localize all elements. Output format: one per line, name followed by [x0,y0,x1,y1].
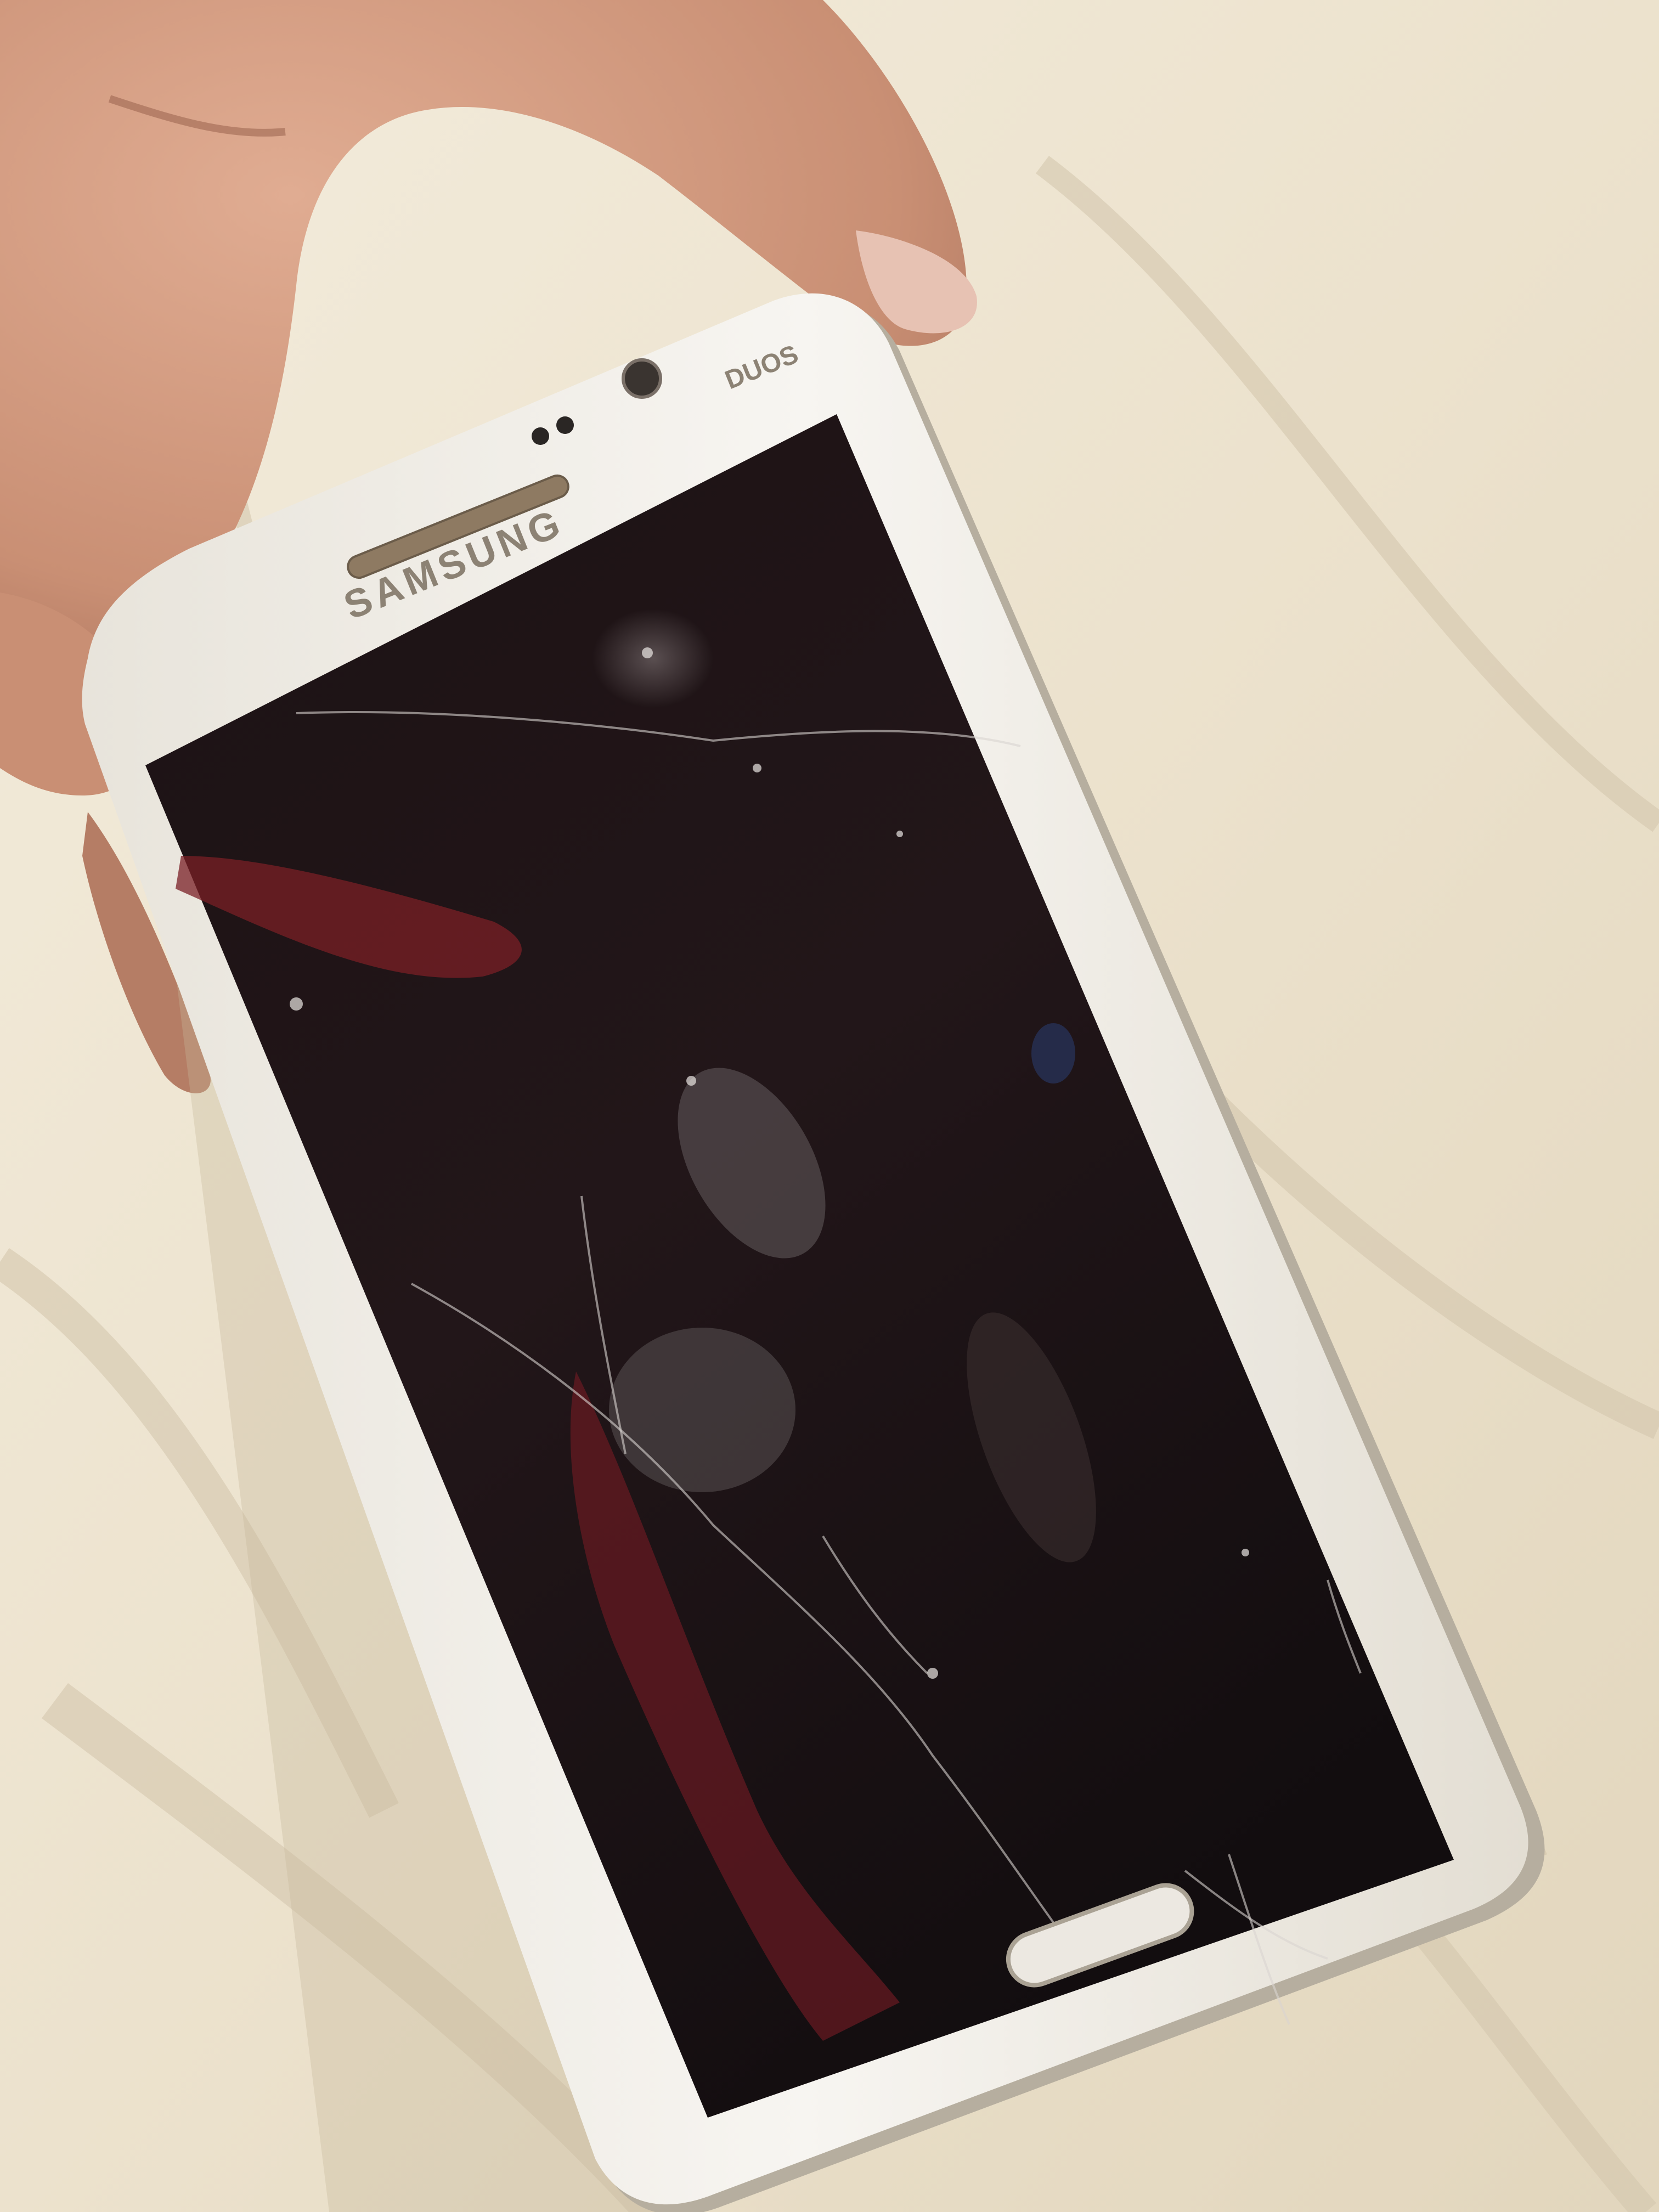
photo-scene: SAMSUNG DUOS [0,0,1659,2212]
proximity-sensor-icon [556,416,574,434]
front-camera-icon [622,358,662,399]
proximity-sensor-icon [532,427,549,445]
